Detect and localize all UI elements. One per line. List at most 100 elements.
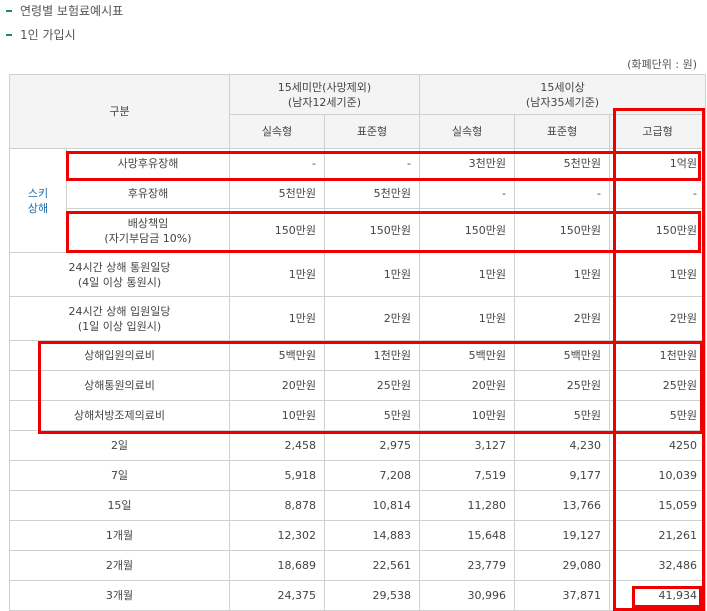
- table-cell: 25만원: [609, 370, 707, 401]
- side-category: 스키 상해: [9, 148, 67, 253]
- table-row: 2개월 18,689 22,561 23,779 29,080 32,486: [9, 550, 707, 581]
- row-label: 24시간 상해 통원일당 (4일 이상 통원시): [9, 252, 230, 297]
- table-cell: 150만원: [323, 208, 421, 253]
- row-period: 7일: [9, 460, 230, 491]
- table-cell: 1만원: [609, 252, 707, 297]
- table-cell: 2,975: [323, 430, 421, 461]
- table-row: 24시간 상해 입원일당 (1일 이상 입원시) 1만원 2만원 1만원 2만원…: [9, 296, 707, 341]
- table-cell: 5만원: [514, 400, 611, 431]
- table-cell: 15,059: [609, 490, 707, 521]
- table-cell: 11,280: [419, 490, 516, 521]
- table-cell: 4250: [609, 430, 707, 461]
- row-label: 상해입원의료비: [9, 340, 230, 371]
- table-cell: 1만원: [323, 252, 421, 297]
- table-cell: 10만원: [419, 400, 516, 431]
- section-heading: 연령별 보험료예시표: [6, 2, 123, 19]
- table-cell: 4,230: [514, 430, 611, 461]
- table-cell: 10,814: [323, 490, 421, 521]
- row-label: 24시간 상해 입원일당 (1일 이상 입원시): [9, 296, 230, 341]
- table-cell: 32,486: [609, 550, 707, 581]
- table-row: 15일 8,878 10,814 11,280 13,766 15,059: [9, 490, 707, 521]
- header-plan: 실속형: [419, 114, 516, 149]
- table-cell: 5백만원: [229, 340, 325, 371]
- header-group-over15: 15세이상 (남자35세기준): [419, 74, 707, 115]
- table-cell: 7,208: [323, 460, 421, 491]
- table-cell: 5백만원: [514, 340, 611, 371]
- table-cell: -: [609, 178, 707, 209]
- row-period: 1개월: [9, 520, 230, 551]
- table-cell: 30,996: [419, 580, 516, 611]
- table-cell: 2만원: [609, 296, 707, 341]
- row-period: 3개월: [9, 580, 230, 611]
- table-cell: 1만원: [229, 252, 325, 297]
- table-cell: 20만원: [419, 370, 516, 401]
- table-cell: 13,766: [514, 490, 611, 521]
- table-row: 상해통원의료비 20만원 25만원 20만원 25만원 25만원: [9, 370, 707, 401]
- table-cell: 21,261: [609, 520, 707, 551]
- table-cell: 9,177: [514, 460, 611, 491]
- table-cell: 3,127: [419, 430, 516, 461]
- header-group-under15: 15세미만(사망제외) (남자12세기준): [228, 74, 421, 115]
- table-row: 2일 2,458 2,975 3,127 4,230 4250: [9, 430, 707, 461]
- table-cell: 1천만원: [323, 340, 421, 371]
- header-plan: 표준형: [514, 114, 611, 149]
- section-subheading: 1인 가입시: [6, 26, 76, 43]
- table-cell: 8,878: [229, 490, 325, 521]
- table-cell: 7,519: [419, 460, 516, 491]
- table-row: 3개월 24,375 29,538 30,996 37,871 41,934: [9, 580, 707, 611]
- table-cell: -: [419, 178, 516, 209]
- table-cell: 29,538: [323, 580, 421, 611]
- table-cell: 19,127: [514, 520, 611, 551]
- table-cell: 5,918: [229, 460, 325, 491]
- table-cell: 25만원: [323, 370, 421, 401]
- premium-table: 구분 15세미만(사망제외) (남자12세기준) 15세이상 (남자35세기준)…: [9, 74, 707, 611]
- table-cell: 5천만원: [323, 178, 421, 209]
- table-cell: 3천만원: [419, 148, 516, 179]
- heading-marker-icon: [6, 9, 12, 12]
- table-cell: -: [323, 148, 421, 179]
- row-label: 상해처방조제의료비: [9, 400, 230, 431]
- table-cell: 10,039: [609, 460, 707, 491]
- row-period: 2개월: [9, 550, 230, 581]
- table-cell: 15,648: [419, 520, 516, 551]
- row-label: 배상책임 (자기부담금 10%): [66, 208, 230, 253]
- table-cell: 5만원: [323, 400, 421, 431]
- table-cell: 5만원: [609, 400, 707, 431]
- table-cell: 2,458: [229, 430, 325, 461]
- table-cell: -: [229, 148, 325, 179]
- row-period: 15일: [9, 490, 230, 521]
- table-row: 1개월 12,302 14,883 15,648 19,127 21,261: [9, 520, 707, 551]
- table-row: 후유장해 5천만원 5천만원 - - -: [10, 178, 707, 209]
- table-cell: 29,080: [514, 550, 611, 581]
- table-cell: 41,934: [609, 580, 707, 611]
- section-title: 연령별 보험료예시표: [20, 4, 124, 18]
- header-plan: 표준형: [323, 114, 421, 149]
- table-cell: -: [514, 178, 611, 209]
- row-period: 2일: [9, 430, 230, 461]
- table-cell: 23,779: [419, 550, 516, 581]
- table-cell: 12,302: [229, 520, 325, 551]
- table-cell: 1만원: [419, 252, 516, 297]
- table-cell: 22,561: [323, 550, 421, 581]
- table-cell: 150만원: [419, 208, 516, 253]
- table-cell: 150만원: [609, 208, 707, 253]
- table-cell: 10만원: [229, 400, 325, 431]
- header-plan-premium: 고급형: [609, 114, 707, 149]
- table-cell: 150만원: [514, 208, 611, 253]
- table-cell: 14,883: [323, 520, 421, 551]
- table-row: 상해처방조제의료비 10만원 5만원 10만원 5만원 5만원: [9, 400, 707, 431]
- table-cell: 37,871: [514, 580, 611, 611]
- table-cell: 1만원: [419, 296, 516, 341]
- heading-marker-icon: [6, 33, 12, 36]
- row-label: 후유장해: [66, 178, 230, 209]
- table-cell: 24,375: [229, 580, 325, 611]
- table-row: 상해입원의료비 5백만원 1천만원 5백만원 5백만원 1천만원: [9, 340, 707, 371]
- table-cell: 1억원: [609, 148, 707, 179]
- table-cell: 5천만원: [229, 178, 325, 209]
- table-cell: 20만원: [229, 370, 325, 401]
- header-plan: 실속형: [229, 114, 325, 149]
- table-row: 배상책임 (자기부담금 10%) 150만원 150만원 150만원 150만원…: [10, 208, 707, 253]
- table-cell: 5백만원: [419, 340, 516, 371]
- row-label: 사망후유장해: [66, 148, 230, 179]
- table-cell: 2만원: [514, 296, 611, 341]
